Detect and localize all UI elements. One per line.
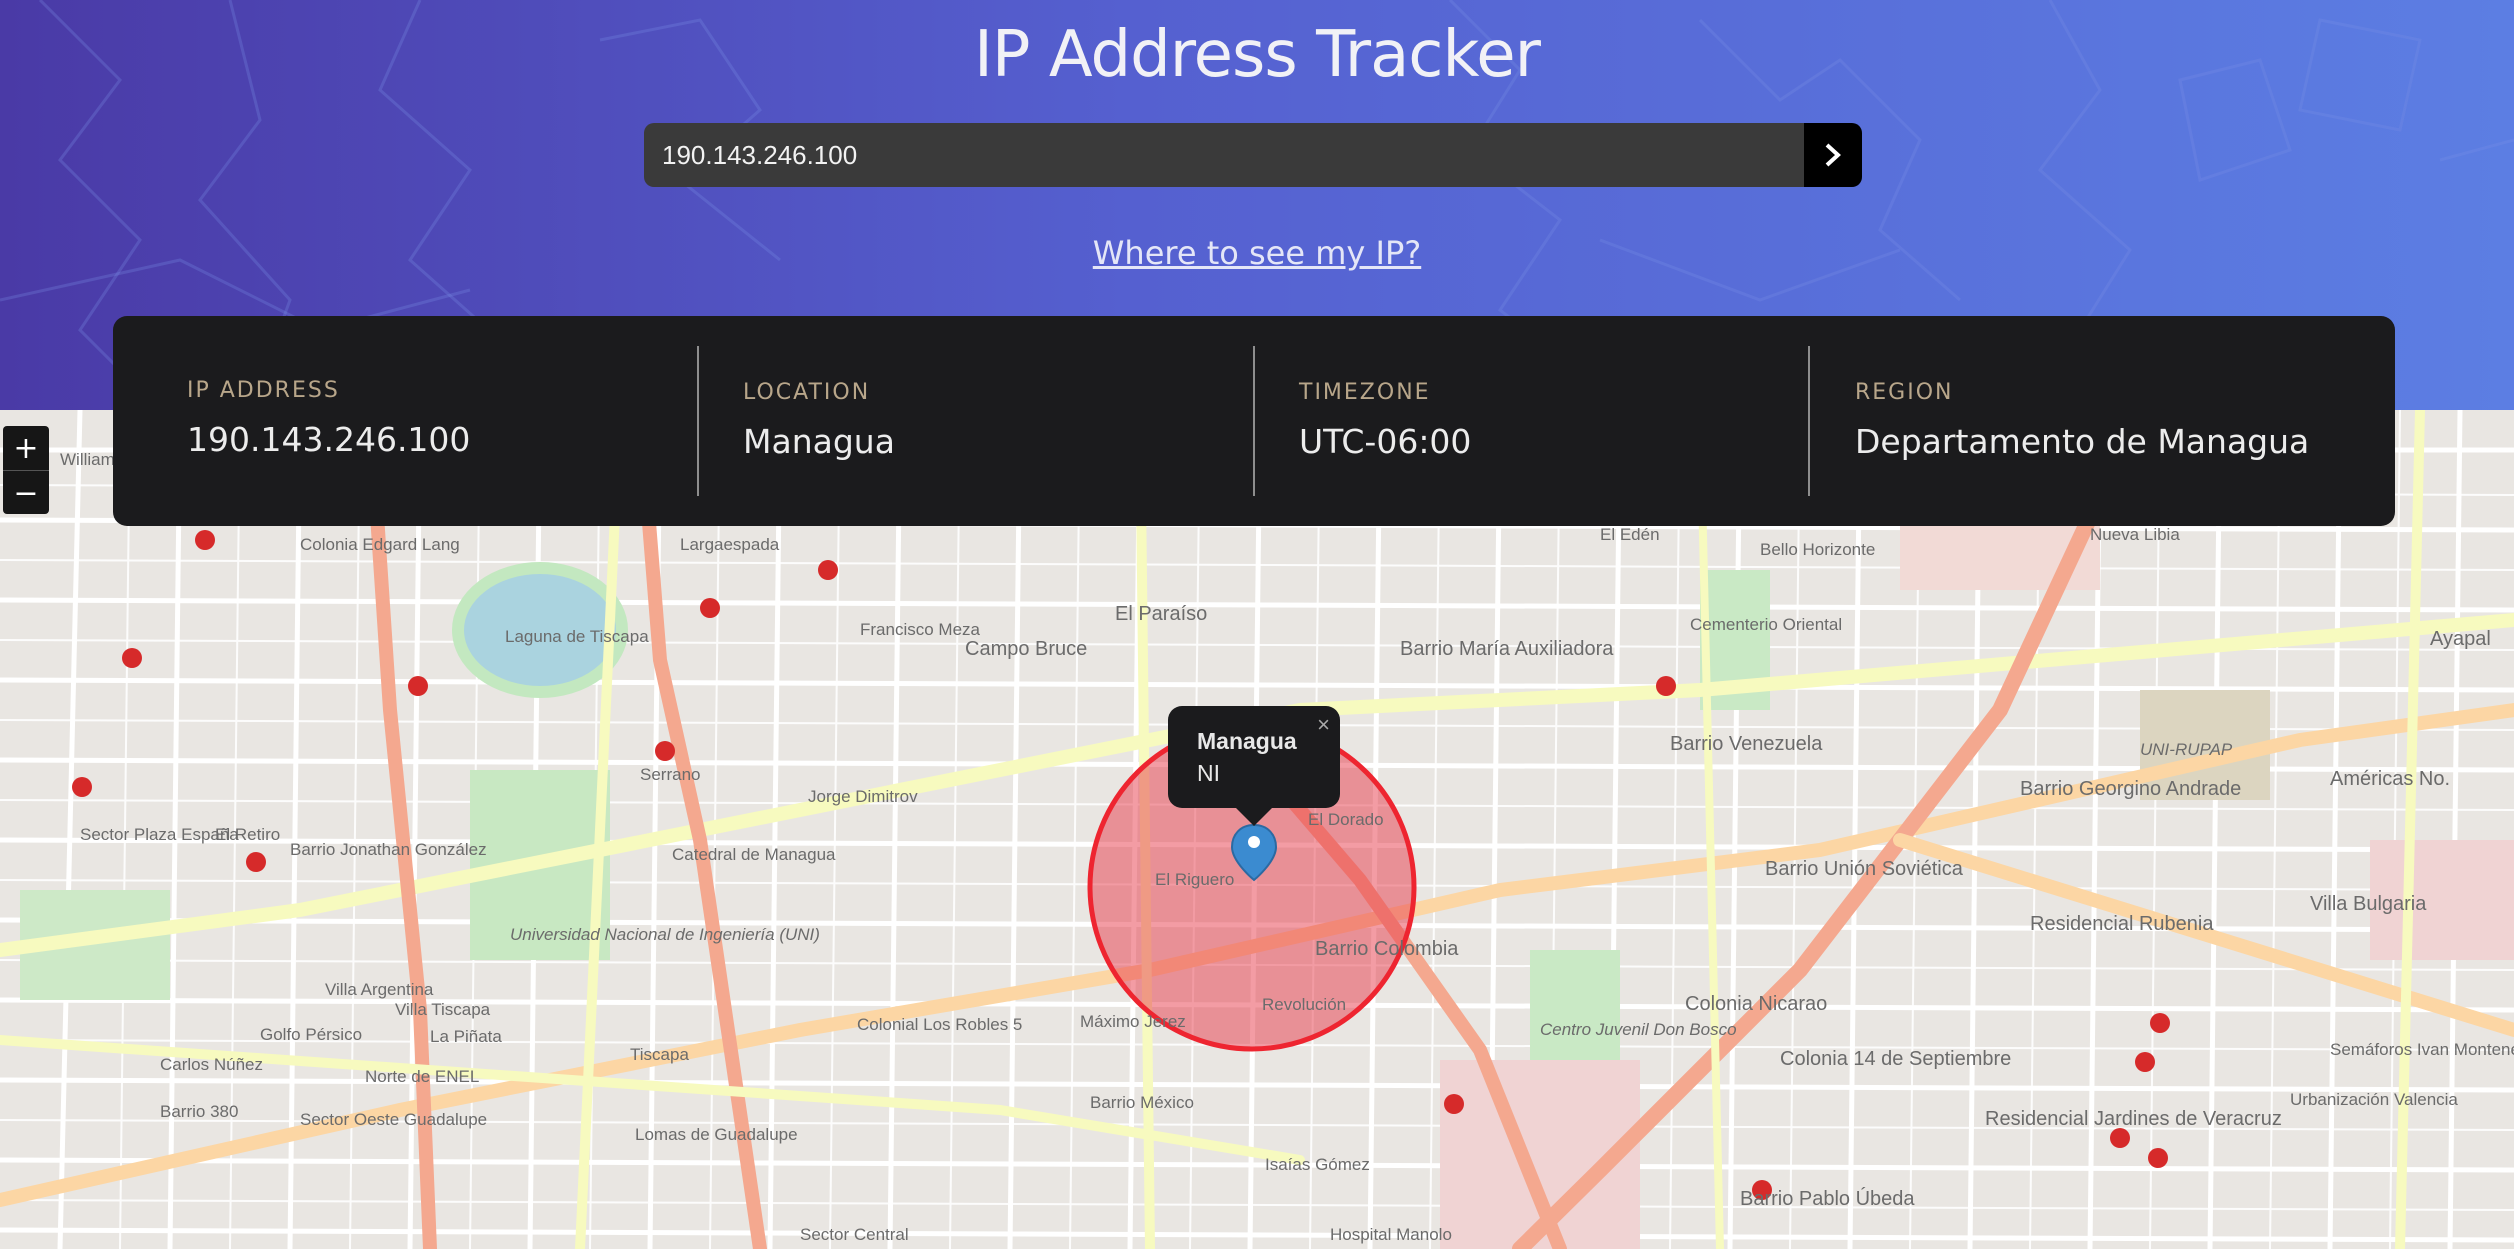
map-label: Golfo Pérsico [260,1025,362,1044]
map-label: Catedral de Managua [672,845,836,864]
map-label: William [60,450,115,469]
map-label: Francisco Meza [860,620,981,639]
map-label: El Retiro [215,825,280,844]
map-label: Centro Juvenil Don Bosco [1540,1020,1737,1039]
info-label: REGION [1855,380,1954,405]
map-label: Colonia Edgard Lang [300,535,460,554]
divider [1253,346,1255,496]
map-label: Residencial Jardines de Veracruz [1985,1108,2282,1130]
map-label: Ayapal [2430,628,2491,650]
map-label: UNI-RUPAP [2140,740,2233,759]
map-label: Barrio Venezuela [1670,733,1823,755]
map-label: Revolución [1262,995,1346,1014]
map-label: Villa Bulgaria [2310,893,2427,915]
map-label: Serrano [640,765,700,784]
map-label: Urbanización Valencia [2290,1090,2458,1109]
info-label: LOCATION [743,380,871,405]
map-label: Universidad Nacional de Ingeniería (UNI) [510,925,820,944]
map-label: La Piñata [430,1027,502,1046]
search-submit-button[interactable] [1804,123,1862,187]
chevron-right-icon [1825,143,1841,167]
map-label: Máximo Jerez [1080,1012,1186,1031]
map-label: Isaías Gómez [1265,1155,1370,1174]
map-label: El Paraíso [1115,603,1207,625]
info-label: IP ADDRESS [187,378,340,403]
map-label: Barrio Jonathan González [290,840,487,859]
map-label: Norte de ENEL [365,1067,479,1086]
info-value: 190.143.246.100 [187,420,471,459]
ip-search-input[interactable] [644,123,1806,187]
map-label: Colonial Los Robles 5 [857,1015,1022,1034]
where-to-see-ip-link[interactable]: Where to see my IP? [1093,234,1421,272]
map-label: Cementerio Oriental [1690,615,1842,634]
zoom-out-button[interactable]: − [3,471,49,515]
map-label: Américas No. [2330,768,2450,790]
info-timezone: TIMEZONE UTC-06:00 [1299,316,1779,526]
info-region: REGION Departamento de Managua [1855,316,2375,526]
map-label: Villa Tiscapa [395,1000,491,1019]
map-tiles: Colonia Edgard Lang Largaespada Laguna d… [0,410,2514,1249]
map-label: Barrio México [1090,1093,1194,1112]
ip-info-panel: IP ADDRESS 190.143.246.100 LOCATION Mana… [113,316,2395,526]
info-label: TIMEZONE [1299,380,1431,405]
map-label: Jorge Dimitrov [808,787,918,806]
map-label: Barrio Unión Soviética [1765,858,1964,880]
map-label: Bello Horizonte [1760,540,1875,559]
map-label: Sector Oeste Guadalupe [300,1110,487,1129]
divider [697,346,699,496]
map-label: Carlos Núñez [160,1055,263,1074]
info-value: Departamento de Managua [1855,422,2310,461]
map-label: Barrio 380 [160,1102,238,1121]
map-label: Barrio María Auxiliadora [1400,638,1614,660]
map-label: Barrio Georgino Andrade [2020,778,2241,800]
map-label: Lomas de Guadalupe [635,1125,798,1144]
info-location: LOCATION Managua [743,316,1223,526]
popup-country: NI [1197,760,1220,786]
popup-tip [1234,806,1274,826]
popup-city: Managua [1197,728,1297,754]
map-label: Tiscapa [630,1045,689,1064]
map-label: Barrio Pablo Úbeda [1740,1187,1915,1210]
location-popup: Managua NI × [1168,706,1340,826]
map-label: Residencial Rubenia [2030,913,2214,935]
map-label: Barrio Colombia [1315,938,1459,960]
map-label: El Riguero [1155,870,1234,889]
map-label: Villa Argentina [325,980,434,999]
map-label: Semáforos Ivan Montenegro [2330,1040,2514,1059]
map-label: Hospital Manolo [1330,1225,1452,1244]
map-view[interactable]: Colonia Edgard Lang Largaespada Laguna d… [0,410,2514,1249]
divider [1808,346,1810,496]
popup-close-button[interactable]: × [1317,712,1330,738]
map-label: Nueva Libia [2090,525,2180,544]
map-label: Largaespada [680,535,780,554]
map-label: Colonia 14 de Septiembre [1780,1048,2011,1070]
zoom-in-button[interactable]: + [3,426,49,470]
help-link-row: Where to see my IP? [0,234,2514,272]
map-label: Laguna de Tiscapa [505,627,649,646]
info-value: Managua [743,422,895,461]
map-label: El Edén [1600,525,1660,544]
search-bar [644,123,1862,187]
map-label: El Dorado [1308,810,1384,829]
map-label: Campo Bruce [965,638,1087,660]
map-label: Sector Central [800,1225,909,1244]
page-title: IP Address Tracker [974,18,1541,92]
info-value: UTC-06:00 [1299,422,1472,461]
zoom-control: + − [3,426,49,514]
map-label: Colonia Nicarao [1685,993,1827,1015]
info-ip-address: IP ADDRESS 190.143.246.100 [187,316,667,526]
